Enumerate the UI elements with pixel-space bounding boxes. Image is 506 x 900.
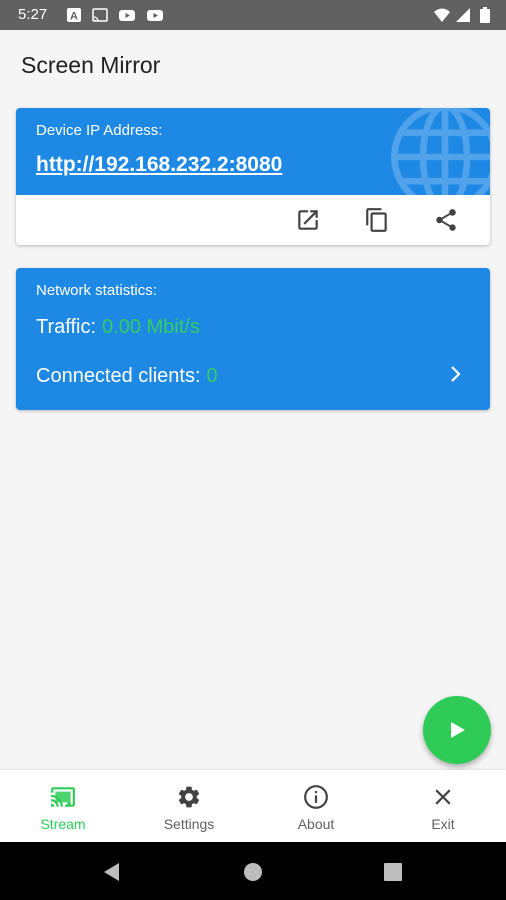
svg-text:A: A [70, 11, 78, 23]
ip-address-label: Device IP Address: [36, 122, 163, 139]
ip-card-header: Device IP Address: http://192.168.232.2:… [16, 108, 490, 195]
page-title: Screen Mirror [21, 52, 161, 78]
cast-icon [51, 787, 75, 807]
connected-clients-row: Connected clients: 0 [36, 365, 218, 388]
ip-address-link[interactable]: http://192.168.232.2:8080 [36, 153, 282, 177]
signal-icon [456, 8, 470, 22]
open-in-browser-icon[interactable] [295, 207, 321, 233]
info-icon [304, 785, 328, 809]
share-icon[interactable] [433, 207, 459, 233]
connected-clients-label: Connected clients: [36, 365, 201, 387]
nav-stream[interactable]: Stream [0, 770, 126, 842]
connected-clients-value: 0 [206, 365, 218, 387]
chevron-right-icon[interactable] [448, 365, 464, 383]
back-icon[interactable] [101, 861, 123, 883]
youtube-icon [147, 10, 163, 21]
traffic-row: Traffic: 0.00 Mbit/s [36, 316, 200, 339]
nav-exit[interactable]: Exit [380, 770, 506, 842]
nav-settings[interactable]: Settings [126, 770, 252, 842]
battery-icon [480, 7, 490, 23]
nav-settings-label: Settings [163, 816, 215, 832]
start-stream-button[interactable] [423, 696, 491, 764]
status-bar: 5:27 A [0, 0, 506, 30]
cast-icon [92, 8, 108, 22]
ip-address-card: Device IP Address: http://192.168.232.2:… [16, 108, 490, 245]
home-icon[interactable] [242, 861, 264, 883]
close-icon [435, 789, 451, 805]
nav-about[interactable]: About [253, 770, 379, 842]
recents-icon[interactable] [382, 861, 404, 883]
system-navigation-bar [0, 842, 506, 900]
gear-icon [178, 786, 200, 808]
nav-exit-label: Exit [431, 816, 455, 832]
wifi-icon [434, 8, 450, 22]
bottom-navigation: Stream Settings About Exit [0, 770, 506, 842]
globe-icon [391, 108, 490, 195]
app-bar: Screen Mirror [0, 30, 506, 102]
play-icon [451, 722, 465, 738]
traffic-label: Traffic: [36, 316, 97, 338]
copy-icon[interactable] [364, 207, 390, 233]
status-time: 5:27 [18, 6, 48, 23]
ip-card-actions [16, 195, 490, 245]
a-icon: A [67, 8, 81, 23]
network-statistics-card[interactable]: Network statistics: Traffic: 0.00 Mbit/s … [16, 268, 490, 410]
youtube-icon [119, 10, 135, 21]
traffic-value: 0.00 Mbit/s [102, 316, 200, 338]
network-statistics-label: Network statistics: [36, 282, 157, 299]
nav-stream-label: Stream [40, 816, 86, 832]
nav-about-label: About [297, 816, 335, 832]
